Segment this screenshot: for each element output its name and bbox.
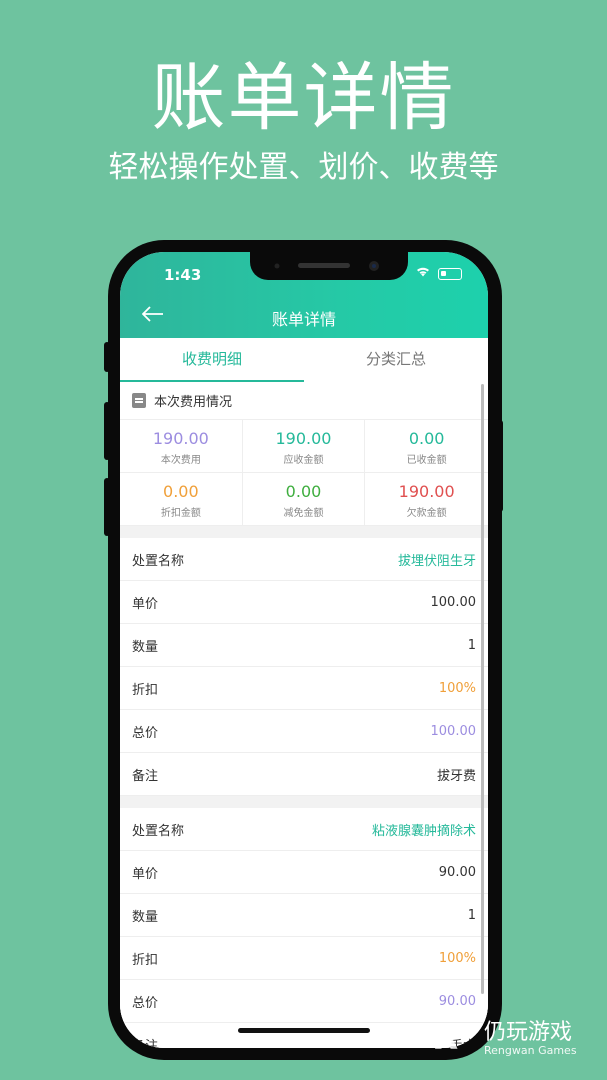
detail-label: 总价	[132, 995, 159, 1011]
detail-row: 单价 100.00	[120, 581, 488, 624]
detail-row: 折扣 100%	[120, 937, 488, 980]
fee-summary-cell: 190.00 本次费用	[120, 420, 243, 473]
fee-summary-cell: 0.00 折扣金额	[120, 473, 243, 526]
detail-label: 折扣	[132, 682, 159, 698]
status-time: 1:43	[164, 266, 202, 284]
treatment-item: 处置名称 粘液腺囊肿摘除术 单价 90.00 数量 1 折扣 100% 总价 90.00 备注 手术	[120, 808, 488, 1048]
treatment-item: 处置名称 拔埋伏阻生牙单价 100.00 数量 1 折扣 100% 总价 100.00 备注 拔牙费	[120, 538, 488, 796]
status-icons	[416, 266, 462, 281]
phone-screen: 1:43 账单详情 收费明细 分类汇总 本次费用情况 190.00 本次费用 190…	[120, 252, 488, 1048]
fee-summary-title: 本次费用情况	[154, 395, 233, 410]
detail-row: 备注 拔牙费	[120, 753, 488, 796]
detail-value: 90.00	[438, 993, 476, 1009]
fee-summary-value: 190.00	[152, 429, 209, 448]
fee-summary-label: 减免金额	[283, 508, 324, 519]
detail-label: 单价	[132, 596, 159, 612]
detail-label: 单价	[132, 866, 159, 882]
document-icon	[132, 393, 146, 408]
item-list: 处置名称 拔埋伏阻生牙单价 100.00 数量 1 折扣 100% 总价 100.00 备注 拔牙费…	[120, 526, 488, 1048]
detail-label: 处置名称	[132, 823, 185, 839]
detail-label: 备注	[132, 1038, 159, 1049]
fee-summary-value: 190.00	[275, 429, 332, 448]
tab-bar: 收费明细 分类汇总	[120, 338, 488, 382]
detail-value: 1	[467, 637, 476, 653]
tab-category-summary[interactable]: 分类汇总	[304, 338, 488, 382]
fee-summary-cell: 0.00 已收金额	[365, 420, 488, 473]
fee-summary-cell: 0.00 减免金额	[242, 473, 366, 526]
detail-label: 折扣	[132, 952, 159, 968]
detail-value: 拔埋伏阻生牙	[397, 553, 476, 569]
watermark-logo: R	[432, 1018, 459, 1058]
detail-value: 100%	[438, 950, 476, 966]
battery-icon	[438, 267, 462, 280]
fee-summary-value: 0.00	[285, 482, 322, 501]
fee-summary-label: 折扣金额	[160, 508, 201, 519]
fee-summary-value: 0.00	[163, 482, 199, 501]
detail-row: 处置名称 拔埋伏阻生牙	[120, 538, 488, 581]
detail-label: 数量	[132, 639, 159, 655]
fee-summary-card: 本次费用情况 190.00 本次费用 190.00 应收金额 0.00 已收金额 0.00 折…	[120, 382, 488, 526]
fee-summary-value: 190.00	[398, 482, 455, 501]
content-area[interactable]: 本次费用情况 190.00 本次费用 190.00 应收金额 0.00 已收金额 0.00 折…	[120, 382, 488, 1048]
detail-row: 折扣 100%	[120, 667, 488, 710]
detail-row: 单价 90.00	[120, 851, 488, 894]
detail-value: 90.00	[438, 864, 476, 880]
detail-value: 1	[467, 907, 476, 923]
fee-summary-label: 本次费用	[160, 455, 201, 466]
scrollbar[interactable]	[481, 384, 484, 994]
tab-fee-details[interactable]: 收费明细	[120, 338, 304, 382]
detail-value: 粘液腺囊肿摘除术	[371, 823, 476, 839]
section-gap	[120, 796, 488, 808]
watermark-text: 仍玩游戏	[484, 1020, 573, 1045]
detail-label: 数量	[132, 909, 159, 925]
fee-summary-header: 本次费用情况	[120, 382, 488, 420]
promo-subtitle: 轻松操作处置、划价、收费等	[108, 150, 499, 185]
app-header: 1:43 账单详情	[120, 252, 488, 338]
fee-summary-cell: 190.00 应收金额	[242, 420, 366, 473]
detail-value: 100%	[438, 680, 476, 696]
detail-label: 备注	[132, 768, 159, 784]
detail-row: 总价 100.00	[120, 710, 488, 753]
detail-label: 处置名称	[132, 553, 185, 569]
detail-row: 数量 1	[120, 894, 488, 937]
speaker-grille	[298, 263, 350, 268]
camera-icon	[369, 261, 379, 271]
fee-summary-label: 应收金额	[283, 455, 324, 466]
fee-summary-grid: 190.00 本次费用 190.00 应收金额 0.00 已收金额 0.00 折扣金额 0.00…	[120, 420, 488, 526]
fee-summary-value: 0.00	[408, 429, 445, 448]
home-indicator[interactable]	[238, 1028, 370, 1033]
watermark: R 仍玩游戏 Rengwan Games	[432, 1014, 602, 1064]
detail-row: 处置名称 粘液腺囊肿摘除术	[120, 808, 488, 851]
phone-notch	[250, 252, 408, 280]
detail-value: 拔牙费	[436, 768, 476, 784]
watermark-subtext: Rengwan Games	[484, 1044, 577, 1057]
sensor-icon	[274, 263, 280, 269]
detail-row: 数量 1	[120, 624, 488, 667]
fee-summary-label: 欠款金额	[406, 508, 447, 519]
promo-title: 账单详情	[151, 55, 456, 141]
detail-value: 100.00	[430, 723, 477, 739]
wifi-icon	[416, 266, 430, 281]
detail-value: 100.00	[430, 594, 477, 610]
nav-title: 账单详情	[271, 310, 336, 329]
detail-label: 总价	[132, 725, 159, 741]
section-gap	[120, 526, 488, 538]
fee-summary-label: 已收金额	[406, 455, 447, 466]
fee-summary-cell: 190.00 欠款金额	[365, 473, 488, 526]
